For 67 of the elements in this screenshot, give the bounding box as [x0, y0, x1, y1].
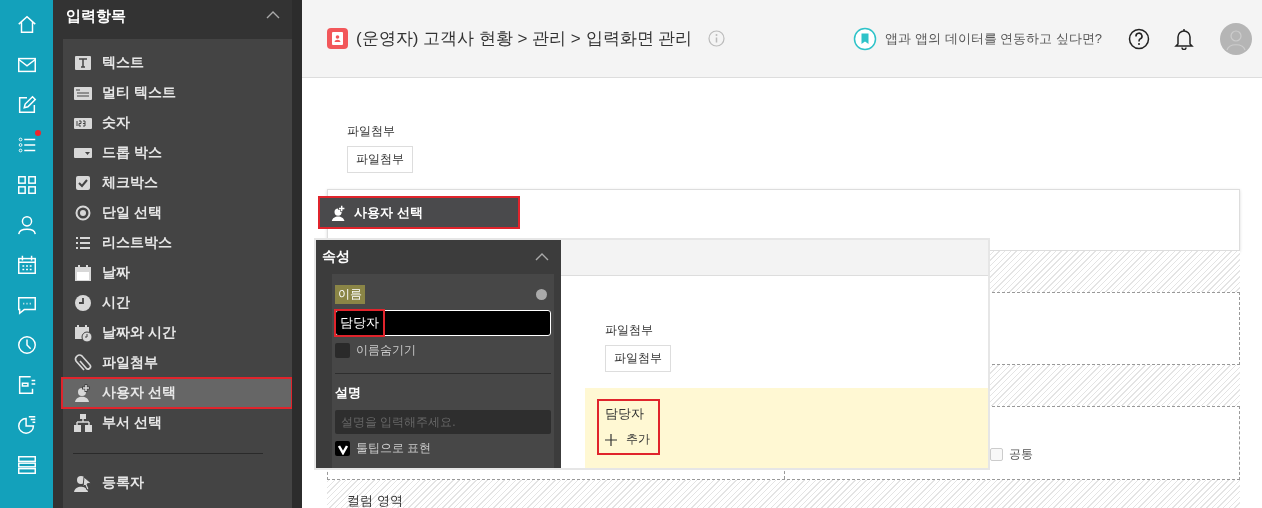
calendar-icon [73, 263, 93, 283]
checkbox[interactable] [990, 448, 1003, 461]
file-attach-button[interactable]: 파일첨부 [347, 146, 413, 173]
paperclip-icon [73, 353, 93, 373]
add-button[interactable]: 추가 [605, 431, 658, 448]
section-title: 설명 [335, 384, 362, 402]
pie-chart-icon[interactable] [15, 414, 38, 436]
file-attach-button[interactable]: 파일첨부 [605, 345, 671, 372]
sidebar-item[interactable]: 드롭 박스 [63, 138, 292, 168]
text-field-icon [73, 53, 93, 73]
page-title: (운영자) 고객사 현황 > 관리 > 입력화면 관리 [356, 28, 693, 50]
collapse-icon[interactable] [535, 253, 549, 261]
address-book-icon [327, 28, 348, 49]
sidebar-title: 입력항목 [66, 7, 126, 26]
checkbox-label: 이름숨기기 [356, 342, 416, 359]
sidebar-item[interactable]: 등록자 [63, 468, 292, 498]
field-label: 파일첨부 [605, 322, 653, 339]
org-chart-icon [73, 413, 93, 433]
field-label: 담당자 [605, 405, 645, 423]
sidebar-item[interactable]: 날짜와 시간 [63, 318, 292, 348]
chat-icon[interactable] [15, 294, 38, 316]
home-icon[interactable] [15, 14, 38, 36]
sidebar-item[interactable]: 단일 선택 [63, 198, 292, 228]
name-tag: 이름 [335, 285, 365, 304]
plus-icon [605, 433, 617, 446]
sidebar-item[interactable]: 체크박스 [63, 168, 292, 198]
description-field[interactable]: 설명을 입력해주세요. [335, 410, 551, 434]
avatar-icon[interactable] [1220, 22, 1252, 55]
checkbox-label: 공통 [1009, 446, 1033, 463]
highlight-frame: 담당자 [334, 309, 385, 337]
radio-icon [73, 203, 93, 223]
person-icon[interactable] [15, 214, 38, 236]
field-label: 파일첨부 [347, 123, 395, 140]
sidebar-item[interactable]: 멀티 텍스트 [63, 78, 292, 108]
person-plus-icon [73, 383, 93, 403]
scrollbar[interactable] [292, 0, 302, 508]
sidebar-item[interactable]: 날짜 [63, 258, 292, 288]
checkbox-label: 툴팁으로 표현 [356, 440, 432, 457]
sidebar-item[interactable]: 숫자 [63, 108, 292, 138]
sidebar-item[interactable]: 사용자 선택 [62, 378, 292, 408]
collapse-icon[interactable] [266, 10, 280, 19]
drag-item[interactable]: 사용자 선택 [318, 196, 520, 229]
column-area-label: 컬럼 영역 [347, 492, 404, 508]
clock-icon[interactable] [15, 334, 38, 356]
checkbox[interactable] [335, 343, 350, 358]
sidebar-item[interactable]: 텍스트 [63, 48, 292, 78]
grid-icon[interactable] [15, 174, 38, 196]
sidebar-item[interactable]: 파일첨부 [63, 348, 292, 378]
status-dot [536, 289, 547, 300]
sidebar-item[interactable]: 리스트박스 [63, 228, 292, 258]
name-field[interactable]: 담당자 [335, 310, 551, 336]
person-plus-icon [330, 203, 348, 222]
info-icon[interactable] [708, 30, 726, 47]
bookmark-icon[interactable] [853, 26, 878, 51]
calendar-icon[interactable] [15, 254, 38, 276]
panel-title: 속성 [322, 248, 350, 266]
checkbox-icon [73, 173, 93, 193]
promo-link[interactable]: 앱과 앱의 데이터를 연동하고 싶다면? [885, 29, 1102, 48]
stack-icon[interactable] [15, 454, 38, 476]
help-icon[interactable] [1128, 27, 1150, 50]
sidebar-item[interactable]: 시간 [63, 288, 292, 318]
sidebar-item[interactable]: 부서 선택 [63, 408, 292, 438]
person-cursor-icon [73, 473, 93, 493]
clock-icon [73, 293, 93, 313]
bell-icon[interactable] [1174, 27, 1194, 50]
checkbox[interactable] [335, 441, 350, 456]
calendar-clock-icon [73, 323, 93, 343]
